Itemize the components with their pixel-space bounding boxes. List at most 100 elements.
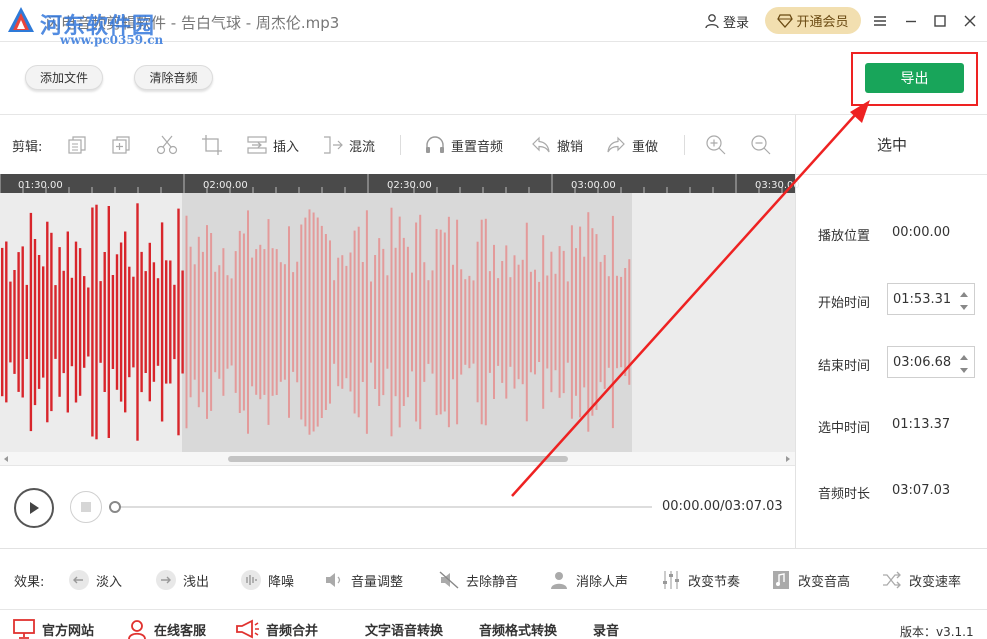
effects-label: 效果: <box>14 574 45 590</box>
app-logo-icon <box>8 7 34 32</box>
start-time-value: 01:53.31 <box>893 291 952 307</box>
watermark-url: www.pc0359.cn <box>60 33 164 47</box>
waveform-bar <box>234 251 237 393</box>
waveform-bar <box>464 279 467 365</box>
waveform-bar <box>402 237 405 406</box>
start-time-up[interactable] <box>957 288 971 300</box>
insert-button[interactable]: 插入 <box>246 133 299 157</box>
format-convert-link[interactable]: 音频格式转换 <box>479 618 557 639</box>
waveform-bar <box>472 280 475 364</box>
waveform-bar <box>156 278 160 366</box>
waveform-bar <box>349 252 352 392</box>
remove-silence-button[interactable]: 去除静音 <box>438 569 518 591</box>
close-button[interactable] <box>959 10 981 32</box>
horizontal-scrollbar[interactable] <box>0 452 795 466</box>
change-speed-button[interactable]: 改变速率 <box>881 569 961 591</box>
timeline-ruler[interactable]: 01:30.00 02:00.00 02:30.00 03:00.00 03:3… <box>0 174 800 193</box>
waveform-view[interactable] <box>0 193 795 452</box>
waveform-bar <box>628 259 631 385</box>
play-button[interactable] <box>14 488 54 528</box>
equalizer-icon <box>663 571 679 589</box>
text-to-speech-link[interactable]: 文字语音转换 <box>365 618 443 639</box>
waveform-bar <box>251 257 254 387</box>
fade-in-button[interactable]: 淡入 <box>68 569 122 591</box>
waveform-bar <box>308 209 311 435</box>
official-site-link[interactable]: 官方网站 <box>12 618 94 639</box>
fade-in-label: 淡入 <box>96 574 123 590</box>
play-icon <box>30 502 39 514</box>
waveform-bar <box>324 234 327 410</box>
fade-out-icon <box>156 570 176 590</box>
stop-icon <box>81 502 91 512</box>
version-text: 版本：v3.1.1 <box>900 625 974 639</box>
record-link[interactable]: 录音 <box>593 618 619 639</box>
vip-button[interactable]: 开通会员 <box>765 7 861 34</box>
waveform-bar <box>288 226 290 418</box>
change-pitch-button[interactable]: 改变音高 <box>770 569 850 591</box>
waveform-bar <box>283 264 286 380</box>
reset-audio-button[interactable]: 重置音频 <box>424 133 503 157</box>
end-time-up[interactable] <box>957 351 971 363</box>
waveform-bar <box>197 236 200 408</box>
denoise-button[interactable]: 降噪 <box>240 569 294 591</box>
zoom-in-button[interactable] <box>705 133 727 157</box>
ruler-tick-label: 02:00.00 <box>203 180 248 191</box>
playback-progress-knob[interactable] <box>109 501 121 513</box>
start-time-down[interactable] <box>957 301 971 313</box>
waveform-bar <box>316 217 319 427</box>
waveform-bar <box>185 215 188 429</box>
waveform-bar <box>206 225 208 419</box>
volume-icon <box>326 573 341 587</box>
undo-button[interactable]: 撤销 <box>530 133 583 157</box>
waveform-bar <box>132 276 135 368</box>
waveform-bar <box>546 275 549 369</box>
volume-adjust-button[interactable]: 音量调整 <box>323 569 403 591</box>
minimize-button[interactable] <box>900 10 922 32</box>
online-support-link[interactable]: 在线客服 <box>126 618 206 639</box>
scroll-left-icon[interactable] <box>2 455 10 463</box>
export-button[interactable]: 导出 <box>865 63 964 93</box>
scrollbar-thumb[interactable] <box>228 456 568 462</box>
waveform-bar <box>411 272 413 372</box>
waveform-bar <box>275 249 278 395</box>
waveform-bar <box>279 262 282 382</box>
insert-label: 插入 <box>273 139 300 155</box>
remove-vocals-button[interactable]: 消除人声 <box>548 569 628 591</box>
copy-button[interactable] <box>66 133 88 157</box>
waveform-bar <box>357 226 360 418</box>
waveform-bar <box>505 245 508 399</box>
paste-button[interactable] <box>110 133 132 157</box>
scroll-right-icon[interactable] <box>784 455 792 463</box>
end-time-down[interactable] <box>957 364 971 376</box>
waveform-bar <box>62 270 65 374</box>
maximize-button[interactable] <box>929 10 951 32</box>
reset-headphone-icon <box>426 136 444 153</box>
waveform-bar <box>218 265 221 379</box>
clear-audio-button[interactable]: 清除音频 <box>134 65 213 90</box>
zoom-in-icon <box>706 135 726 155</box>
mix-button[interactable]: 混流 <box>322 133 375 157</box>
waveform-bar <box>320 225 323 418</box>
waveform-bar <box>587 212 590 432</box>
playback-progress-track[interactable] <box>114 506 652 508</box>
audio-merge-link[interactable]: 音频合并 <box>234 618 318 639</box>
login-button[interactable]: 登录 <box>704 10 749 32</box>
cut-button[interactable] <box>155 133 179 157</box>
zoom-out-button[interactable] <box>750 133 772 157</box>
waveform-bar <box>591 228 594 416</box>
menu-button[interactable] <box>869 10 891 32</box>
user-icon <box>705 14 719 29</box>
waveform-bar <box>603 255 606 389</box>
crop-button[interactable] <box>201 133 223 157</box>
redo-button[interactable]: 重做 <box>605 133 658 157</box>
waveform-bar <box>304 217 307 427</box>
change-tempo-button[interactable]: 改变节奏 <box>660 569 740 591</box>
end-time-field[interactable]: 03:06.68 <box>887 346 975 378</box>
waveform-bar <box>566 281 569 363</box>
fade-out-button[interactable]: 浅出 <box>155 569 209 591</box>
start-time-field[interactable]: 01:53.31 <box>887 283 975 315</box>
online-support-label: 在线客服 <box>154 623 207 639</box>
waveform-bar <box>595 234 598 410</box>
stop-button[interactable] <box>70 491 102 523</box>
add-file-button[interactable]: 添加文件 <box>25 65 103 90</box>
